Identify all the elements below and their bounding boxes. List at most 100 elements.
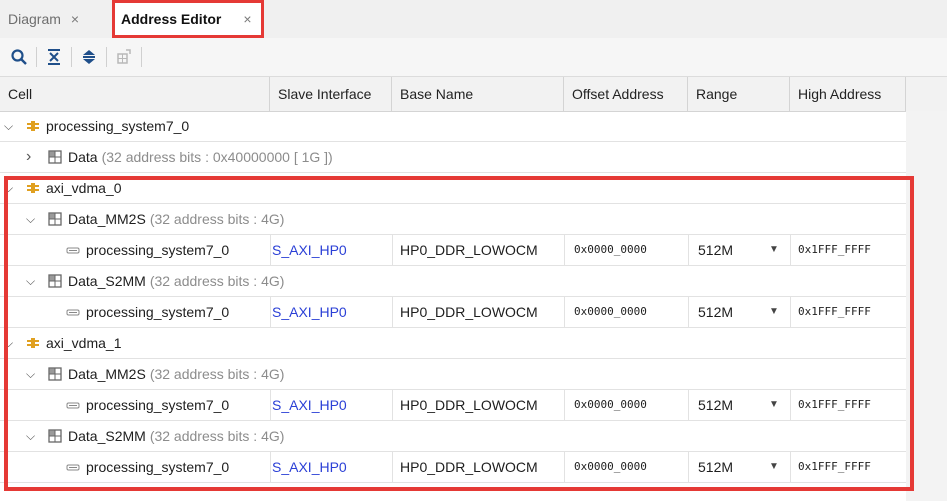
row-name: processing_system7_0 — [86, 397, 230, 413]
tree-row-address-block[interactable]: ⌵ Data_S2MM (32 address bits : 4G) — [0, 421, 906, 452]
address-block-icon — [48, 359, 62, 389]
tab-address-editor-close-icon[interactable]: × — [243, 11, 251, 27]
tree-row-address-block[interactable]: ⌵ Data_MM2S (32 address bits : 4G) — [0, 359, 906, 390]
table-empty-area — [906, 111, 947, 501]
toolbar — [0, 38, 947, 77]
toolbar-separator — [71, 47, 72, 67]
chevron-down-icon[interactable]: ⌵ — [26, 204, 35, 234]
row-address-detail: (32 address bits : 4G) — [149, 366, 285, 382]
ip-block-icon — [26, 328, 40, 358]
offset-address-field[interactable]: 0x0000_0000 — [574, 297, 647, 327]
row-label: processing_system7_0 — [46, 111, 189, 141]
column-divider — [790, 452, 791, 482]
dropdown-caret-icon[interactable]: ▼ — [769, 297, 779, 327]
collapse-all-icon[interactable] — [39, 42, 69, 72]
tree-row-mapping[interactable]: processing_system7_0 S_AXI_HP0 HP0_DDR_LOW… — [0, 452, 906, 483]
base-name: HP0_DDR_LOWOCM — [400, 459, 538, 475]
column-divider — [270, 452, 271, 482]
dropdown-caret-icon[interactable]: ▼ — [769, 452, 779, 482]
column-header-high-address[interactable]: High Address — [790, 77, 906, 111]
slave-interface-link[interactable]: S_AXI_HP0 — [272, 390, 347, 420]
row-label: processing_system7_0 — [86, 390, 229, 420]
row-address-detail: (32 address bits : 0x40000000 [ 1G ]) — [101, 149, 333, 165]
high-address: 0x1FFF_FFFF — [798, 305, 871, 318]
interface-icon — [66, 390, 80, 420]
column-header-slave-interface[interactable]: Slave Interface — [270, 77, 392, 111]
address-block-icon — [48, 204, 62, 234]
column-divider — [392, 452, 393, 482]
dropdown-caret-icon[interactable]: ▼ — [769, 390, 779, 420]
slave-interface-link[interactable]: S_AXI_HP0 — [272, 452, 347, 482]
row-name: Data_S2MM — [68, 273, 146, 289]
range-select[interactable]: 512M — [698, 452, 733, 482]
search-icon[interactable] — [4, 42, 34, 72]
row-label: Data_MM2S (32 address bits : 4G) — [68, 359, 284, 389]
tree-row-cell[interactable]: ⌵ processing_system7_0 — [0, 111, 906, 142]
slave-interface-link[interactable]: S_AXI_HP0 — [272, 235, 347, 265]
chevron-down-icon[interactable]: ⌵ — [26, 421, 35, 451]
tree-row-address-block[interactable]: ⌵ Data_S2MM (32 address bits : 4G) — [0, 266, 906, 297]
chevron-down-icon[interactable]: ⌵ — [4, 173, 13, 203]
high-address: 0x1FFF_FFFF — [798, 460, 871, 473]
column-divider — [688, 452, 689, 482]
tree-row-address-block[interactable]: ⌵ Data_MM2S (32 address bits : 4G) — [0, 204, 906, 235]
column-divider — [270, 235, 271, 265]
column-divider — [270, 390, 271, 420]
address-block-icon — [48, 421, 62, 451]
tree-row-address-block[interactable]: › Data (32 address bits : 0x40000000 [ 1G … — [0, 142, 906, 173]
expand-all-icon[interactable] — [74, 42, 104, 72]
column-divider — [790, 235, 791, 265]
column-header-cell[interactable]: Cell — [0, 77, 270, 111]
tab-address-editor[interactable]: Address Editor × — [112, 0, 264, 38]
tree-row-cell[interactable]: ⌵ axi_vdma_1 — [0, 328, 906, 359]
toolbar-separator — [36, 47, 37, 67]
column-divider — [392, 390, 393, 420]
range-select[interactable]: 512M — [698, 390, 733, 420]
dropdown-caret-icon[interactable]: ▼ — [769, 235, 779, 265]
chevron-down-icon[interactable]: ⌵ — [26, 266, 35, 296]
address-block-icon — [48, 266, 62, 296]
slave-interface-link[interactable]: S_AXI_HP0 — [272, 297, 347, 327]
tree-row-mapping[interactable]: processing_system7_0 S_AXI_HP0 HP0_DDR_LOW… — [0, 390, 906, 421]
tree-row-mapping[interactable]: processing_system7_0 S_AXI_HP0 HP0_DDR_LOW… — [0, 235, 906, 266]
row-address-detail: (32 address bits : 4G) — [149, 428, 285, 444]
column-divider — [688, 390, 689, 420]
interface-icon — [66, 297, 80, 327]
column-header-base-name[interactable]: Base Name — [392, 77, 564, 111]
table-header: Cell Slave Interface Base Name Offset Ad… — [0, 77, 947, 112]
tab-diagram-close-icon[interactable]: × — [71, 11, 79, 27]
row-name: axi_vdma_1 — [46, 335, 122, 351]
offset-address-field[interactable]: 0x0000_0000 — [574, 452, 647, 482]
row-name: Data_MM2S — [68, 366, 146, 382]
tree-row-mapping[interactable]: processing_system7_0 S_AXI_HP0 HP0_DDR_LOW… — [0, 297, 906, 328]
column-divider — [564, 235, 565, 265]
chevron-down-icon[interactable]: ⌵ — [4, 111, 13, 141]
row-name: processing_system7_0 — [86, 304, 230, 320]
auto-assign-icon[interactable] — [109, 42, 139, 72]
range-select[interactable]: 512M — [698, 235, 733, 265]
column-divider — [392, 297, 393, 327]
interface-icon — [66, 235, 80, 265]
row-label: Data_MM2S (32 address bits : 4G) — [68, 204, 284, 234]
chevron-down-icon[interactable]: ⌵ — [26, 359, 35, 389]
chevron-down-icon[interactable]: ⌵ — [4, 328, 13, 358]
row-name: Data — [68, 149, 98, 165]
column-divider — [564, 297, 565, 327]
row-address-detail: (32 address bits : 4G) — [149, 273, 285, 289]
chevron-right-icon[interactable]: › — [26, 142, 31, 172]
offset-address-field[interactable]: 0x0000_0000 — [574, 235, 647, 265]
column-divider — [790, 390, 791, 420]
interface-icon — [66, 452, 80, 482]
offset-address-field[interactable]: 0x0000_0000 — [574, 390, 647, 420]
tab-address-editor-label: Address Editor — [121, 11, 222, 27]
base-name: HP0_DDR_LOWOCM — [400, 242, 538, 258]
tree-row-cell[interactable]: ⌵ axi_vdma_0 — [0, 173, 906, 204]
high-address: 0x1FFF_FFFF — [798, 243, 871, 256]
column-divider — [790, 297, 791, 327]
tab-diagram[interactable]: Diagram × — [8, 0, 116, 38]
column-header-range[interactable]: Range — [688, 77, 790, 111]
column-header-offset-address[interactable]: Offset Address — [564, 77, 688, 111]
column-divider — [564, 390, 565, 420]
column-divider — [270, 297, 271, 327]
range-select[interactable]: 512M — [698, 297, 733, 327]
